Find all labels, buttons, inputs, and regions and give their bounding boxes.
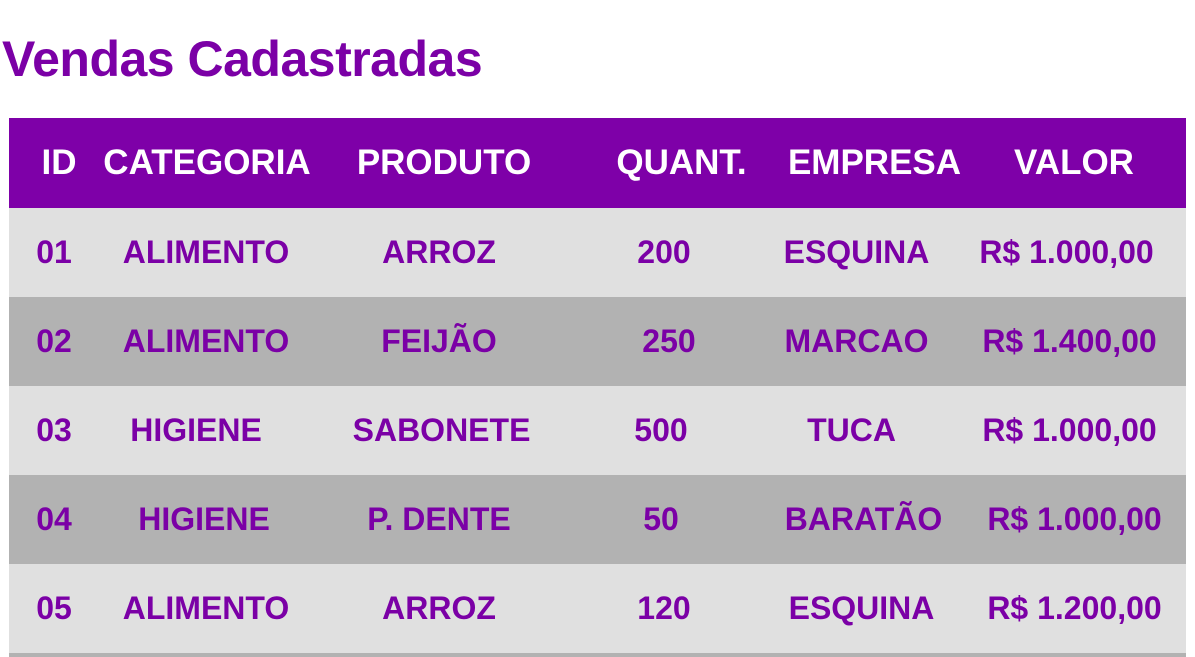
cell-empresa: TUCA [807,412,896,448]
cell-quantidade: 50 [643,501,679,537]
cell-id: 04 [36,501,72,537]
cell-id: 03 [36,412,72,448]
cell-quantidade: 250 [642,323,696,359]
cell-valor: R$ 1.000,00 [982,412,1157,448]
cell-categoria: ALIMENTO [122,234,290,270]
cell-produto: FEIJÃO [381,323,497,359]
cell-categoria: HIGIENE [130,412,262,448]
cell-categoria: ALIMENTO [122,323,290,359]
table-header-row: ID CATEGORIA PRODUTO QUANT. EMPRESA VALO… [9,118,1186,208]
page: Vendas Cadastradas ID CATEGORIA PRODUTO … [0,0,1195,657]
cell-categoria: HIGIENE [138,501,270,537]
sales-table: ID CATEGORIA PRODUTO QUANT. EMPRESA VALO… [9,118,1186,657]
table-bottom-border [9,653,1186,657]
cell-valor: R$ 1.200,00 [987,590,1162,626]
table-row: 01 ALIMENTO ARROZ 200 ESQUINA R$ 1.000,0… [9,208,1186,297]
cell-produto: P. DENTE [367,501,511,537]
cell-valor: R$ 1.400,00 [982,323,1157,359]
page-title: Vendas Cadastradas [2,31,483,87]
cell-valor: R$ 1.000,00 [987,501,1162,537]
table-row: 05 ALIMENTO ARROZ 120 ESQUINA R$ 1.200,0… [9,564,1186,653]
cell-produto: SABONETE [352,412,531,448]
cell-id: 01 [36,234,72,270]
cell-categoria: ALIMENTO [122,590,290,626]
header-empresa: EMPRESA [787,143,962,182]
cell-empresa: MARCAO [784,323,929,359]
header-quantidade: QUANT. [616,143,747,182]
header-id: ID [41,143,77,182]
cell-produto: ARROZ [382,234,496,270]
header-produto: PRODUTO [356,143,532,182]
table-row: 04 HIGIENE P. DENTE 50 BARATÃO R$ 1.000,… [9,475,1186,564]
cell-quantidade: 500 [634,412,688,448]
cell-quantidade: 200 [637,234,691,270]
table-row: 02 ALIMENTO FEIJÃO 250 MARCAO R$ 1.400,0… [9,297,1186,386]
cell-empresa: ESQUINA [788,590,935,626]
cell-valor: R$ 1.000,00 [979,234,1154,270]
cell-empresa: BARATÃO [784,501,943,537]
header-categoria: CATEGORIA [103,143,311,182]
cell-id: 02 [36,323,72,359]
cell-produto: ARROZ [382,590,496,626]
cell-id: 05 [36,590,72,626]
header-valor: VALOR [1014,143,1134,182]
cell-empresa: ESQUINA [783,234,930,270]
table-row: 03 HIGIENE SABONETE 500 TUCA R$ 1.000,00 [9,386,1186,475]
cell-quantidade: 120 [637,590,691,626]
